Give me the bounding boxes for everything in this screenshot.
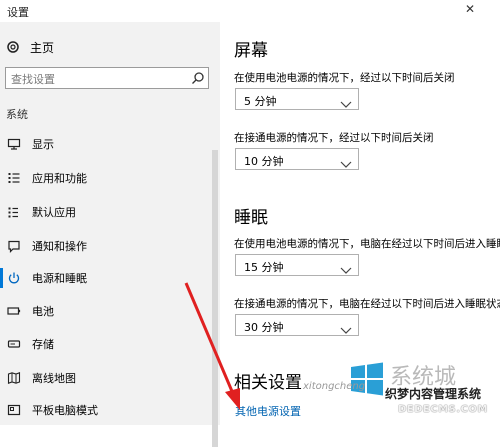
watermark-small: xitongcheng [303, 381, 366, 392]
watermark-url: DEDECMS.COM [398, 404, 488, 415]
watermark-subtitle: 织梦内容管理系统 [385, 385, 482, 402]
watermark: 系统城 xitongcheng 织梦内容管理系统 DEDECMS.COM [303, 355, 500, 425]
